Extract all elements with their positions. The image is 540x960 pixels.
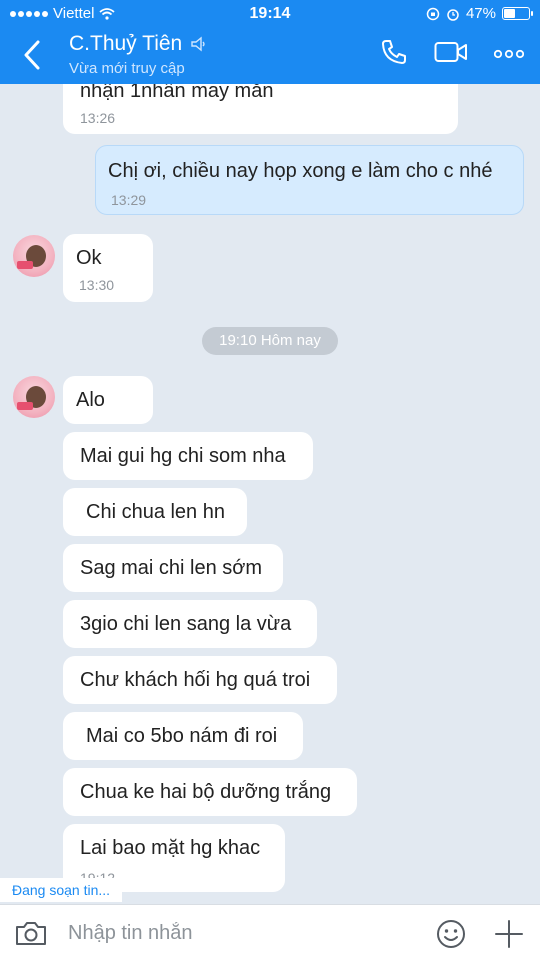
message-text: Chi chua len hn (86, 501, 225, 523)
message-time: 13:30 (79, 277, 115, 293)
message-bubble[interactable]: Chi chua len hn (63, 488, 247, 536)
message-text: Lai bao mặt hg khac (80, 837, 261, 859)
back-arrow-icon[interactable] (18, 38, 48, 72)
contact-status: Vừa mới truy cập (69, 60, 185, 77)
message-time: 13:26 (80, 110, 116, 126)
message-text: Chị ơi, chiều nay họp xong e làm cho c n… (108, 160, 493, 182)
message-bubble[interactable]: Alo (63, 376, 153, 424)
nav-bar: C.Thuỷ Tiên Vừa mới truy cập (0, 28, 540, 84)
message-text: Alo (76, 389, 105, 411)
camera-icon[interactable] (14, 919, 48, 947)
typing-indicator: Đang soạn tin... (0, 878, 123, 902)
message-text: Chư khách hối hg quá troi (80, 669, 311, 691)
emoji-icon[interactable] (436, 919, 466, 949)
message-bubble[interactable]: Chư khách hối hg quá troi (63, 656, 337, 704)
battery-level-fill (504, 9, 515, 18)
video-call-icon[interactable] (434, 40, 468, 69)
date-separator: 19:10 Hôm nay (202, 327, 338, 355)
contact-name: C.Thuỷ Tiên (69, 32, 183, 55)
message-text: Ok (76, 247, 102, 269)
message-input[interactable] (68, 915, 408, 951)
message-bubble[interactable]: Mai co 5bo nám đi roi (63, 712, 303, 760)
status-bar: Viettel 19:14 47% (0, 0, 540, 28)
message-time: 13:29 (111, 192, 147, 208)
message-bubble[interactable]: Mai gui hg chi som nha (63, 432, 313, 480)
message-text: nhận 1nhẫn may mắn (80, 84, 274, 102)
muted-speaker-icon (191, 36, 205, 52)
message-bubble-own[interactable]: Chị ơi, chiều nay họp xong e làm cho c n… (95, 145, 524, 215)
message-text: Sag mai chi len sớm (80, 557, 263, 579)
contact-avatar[interactable] (13, 376, 55, 418)
alarm-icon (447, 8, 459, 21)
message-bubble[interactable]: Sag mai chi len sớm (63, 544, 283, 592)
message-bubble[interactable]: Chua ke hai bộ dưỡng trắng (63, 768, 357, 816)
battery-percent: 47% (465, 5, 496, 22)
orientation-lock-icon (426, 7, 440, 20)
add-attachment-icon[interactable] (494, 919, 524, 949)
message-bubble[interactable]: nhận 1nhẫn may mắn 13:26 (63, 84, 458, 134)
call-icon[interactable] (380, 38, 408, 71)
message-bubble[interactable]: Ok 13:30 (63, 234, 153, 302)
message-text: Mai co 5bo nám đi roi (86, 725, 278, 747)
message-text: Chua ke hai bộ dưỡng trắng (80, 781, 332, 803)
contact-info[interactable]: C.Thuỷ Tiên Vừa mới truy cập (69, 32, 208, 77)
chat-header: Viettel 19:14 47% C.Thuỷ Tiên Vừa mới tr… (0, 0, 540, 84)
message-text: 3gio chi len sang la vừa (80, 613, 292, 635)
message-list[interactable]: nhận 1nhẫn may mắn 13:26 Chị ơi, chiều n… (0, 84, 540, 904)
more-options-icon[interactable] (493, 46, 525, 64)
composer-bar (0, 904, 540, 960)
contact-avatar[interactable] (13, 235, 55, 277)
battery-icon (502, 7, 533, 20)
message-text: Mai gui hg chi som nha (80, 445, 286, 467)
message-bubble[interactable]: 3gio chi len sang la vừa (63, 600, 317, 648)
